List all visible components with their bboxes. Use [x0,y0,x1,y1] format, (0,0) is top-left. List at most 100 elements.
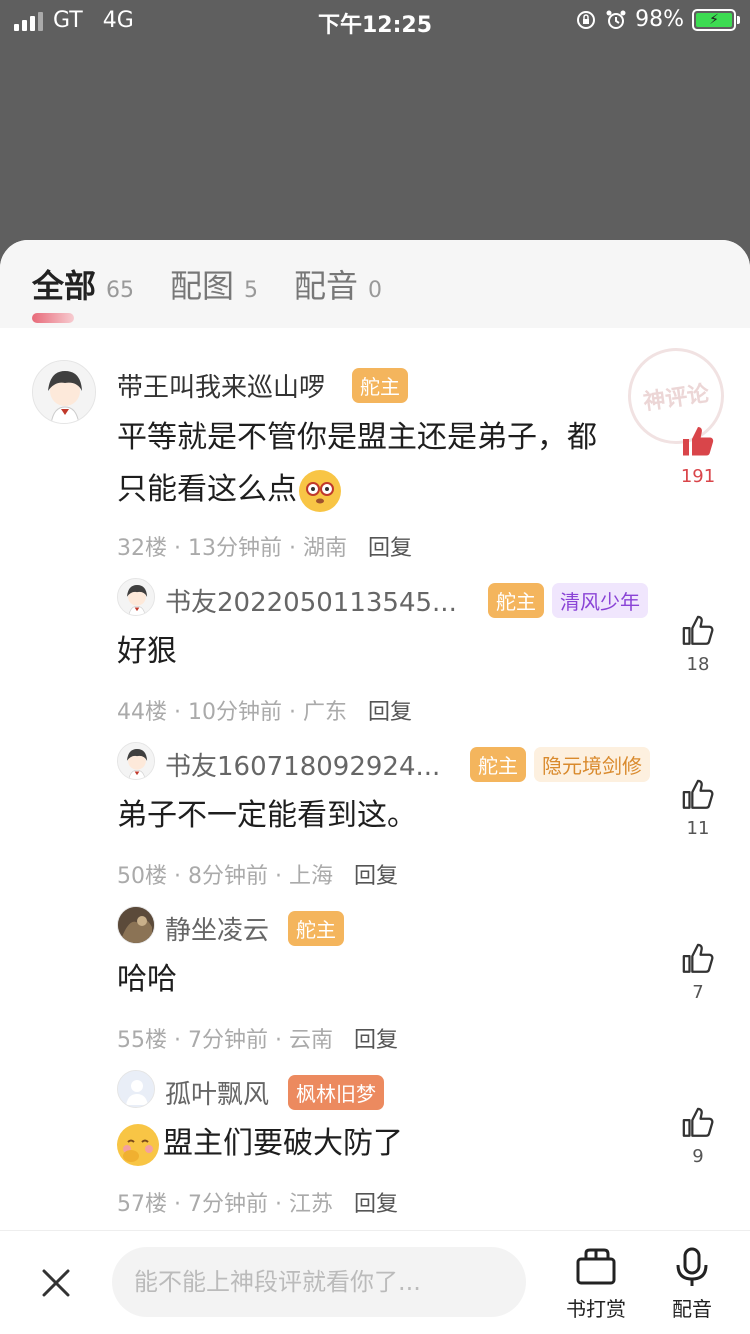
meta-separator: · [275,1028,282,1053]
avatar-image [118,743,154,779]
thumbs-up-filled-icon [683,427,714,456]
default-avatar-icon [118,1071,154,1107]
stamp-label: 神评论 [641,381,711,416]
tab-images-count: 5 [244,278,259,303]
meta-separator: · [174,1192,181,1217]
avatar[interactable] [117,578,155,616]
dizzy-face-emoji [299,469,341,512]
like-count: 7 [692,982,704,1003]
comment-meta: 55楼 · 7分钟前 · 云南 回复 [117,1022,398,1054]
title-badge: 枫林旧梦 [288,1075,384,1110]
comment-time: 7分钟前 [188,1028,268,1053]
floor-number: 50楼 [117,864,167,889]
reply-button[interactable]: 回复 [368,700,412,725]
comment-sheet: 全部 65 配图 5 配音 0 神评论 带王叫我来巡山啰 舵主 平等就是不管你是… [0,240,750,1334]
comment-input[interactable] [112,1247,526,1317]
avatar[interactable] [117,906,155,944]
tip-book-button[interactable]: 书打赏 [566,1247,626,1322]
comment-meta: 44楼 · 10分钟前 · 广东 回复 [117,694,412,726]
meta-separator: · [174,700,181,725]
role-badge: 舵主 [352,368,408,403]
reply-button[interactable]: 回复 [354,1028,398,1053]
reply-button[interactable]: 回复 [354,1192,398,1217]
meta-separator: · [289,536,296,561]
avatar[interactable] [32,360,96,424]
comment-username[interactable]: 孤叶飘风 [165,1074,269,1111]
thumbs-up-icon [682,1107,714,1137]
like-button[interactable]: 9 [672,1106,724,1167]
comment-tabs: 全部 65 配图 5 配音 0 [0,240,750,328]
comment-text: 好狠 [117,634,177,669]
like-button[interactable]: 11 [672,778,724,839]
meta-separator: · [174,536,181,561]
title-badge: 清风少年 [552,583,648,618]
floor-number: 57楼 [117,1192,167,1217]
comment-region: 湖南 [303,536,348,561]
comment-time: 8分钟前 [188,864,268,889]
meta-separator: · [289,700,296,725]
tab-voice-label: 配音 [294,267,359,305]
tab-voice[interactable]: 配音 0 [294,261,382,307]
tab-all-count: 65 [106,278,135,303]
title-badge: 隐元境剑修 [534,747,650,782]
thumbs-up-icon [682,943,714,973]
comment-username[interactable]: 静坐凌云 [165,910,269,947]
floor-number: 44楼 [117,700,167,725]
floor-number: 32楼 [117,536,167,561]
like-count: 9 [692,1146,704,1167]
comment-text: 弟子不一定能看到这。 [117,798,417,833]
reply-button[interactable]: 回复 [354,864,398,889]
voice-button[interactable]: 配音 [670,1247,714,1322]
comment-username[interactable]: 书友2022050113545... [165,582,457,619]
role-badge: 舵主 [488,583,544,618]
comment-region: 广东 [303,700,348,725]
avatar[interactable] [117,742,155,780]
avatar-image [118,579,154,615]
comment-region: 上海 [289,864,334,889]
rotation-lock-icon [577,10,596,29]
comment-text-line-2: 只能看这么点 [117,464,597,516]
like-button[interactable]: 191 [672,424,724,487]
like-button[interactable]: 18 [672,614,724,675]
bottom-bar: 书打赏 配音 [0,1230,750,1334]
meta-separator: · [275,1192,282,1217]
avatar-image [118,907,154,943]
like-count: 11 [686,818,710,839]
tab-voice-count: 0 [368,278,383,303]
floor-number: 55楼 [117,1028,167,1053]
shy-face-emoji [117,1123,159,1166]
tip-book-label: 书打赏 [566,1297,626,1321]
tab-all-label: 全部 [32,267,97,305]
avatar[interactable] [117,1070,155,1108]
reply-button[interactable]: 回复 [368,536,412,561]
meta-separator: · [174,864,181,889]
microphone-icon [676,1247,708,1286]
comment-time: 13分钟前 [188,536,282,561]
comment-username[interactable]: 带王叫我来巡山啰 [117,367,325,404]
status-bar: GT 4G 下午12:25 98% ⚡ [0,0,750,40]
role-badge: 舵主 [470,747,526,782]
battery-icon: ⚡ [692,8,740,31]
meta-separator: · [275,864,282,889]
comment-text-line: 平等就是不管你是盟主还是弟子，都 [117,420,597,455]
thumbs-up-icon [682,615,714,645]
comment-text: 哈哈 [117,962,177,997]
like-count: 18 [686,654,710,675]
comment-text: 平等就是不管你是盟主还是弟子，都 只能看这么点 [117,412,597,516]
like-count: 191 [680,466,716,487]
tab-images[interactable]: 配图 5 [170,261,258,307]
comment-text-body: 盟主们要破大防了 [163,1126,403,1161]
close-icon[interactable] [38,1265,74,1301]
comment-username[interactable]: 书友160718092924... [165,746,440,783]
thumbs-up-icon [682,779,714,809]
comment-meta: 50楼 · 8分钟前 · 上海 回复 [117,858,398,890]
tab-all[interactable]: 全部 65 [32,261,135,323]
comment-text: 盟主们要破大防了 [117,1118,403,1170]
like-button[interactable]: 7 [672,942,724,1003]
comment-meta: 57楼 · 7分钟前 · 江苏 回复 [117,1186,398,1218]
gift-box-icon [576,1248,616,1285]
comment-meta: 32楼 · 13分钟前 · 湖南 回复 [117,530,412,562]
comment-time: 10分钟前 [188,700,282,725]
avatar-image [33,361,95,423]
comment-text-line: 只能看这么点 [117,472,297,507]
